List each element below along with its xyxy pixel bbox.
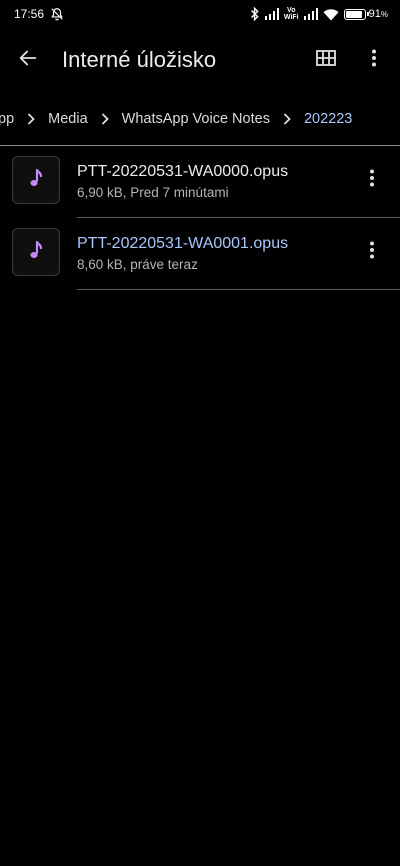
status-left: 17:56 <box>14 7 64 21</box>
file-thumbnail <box>12 156 60 204</box>
more-vert-icon <box>371 49 377 72</box>
cell-signal-icon <box>264 8 279 20</box>
more-vert-icon <box>369 241 375 264</box>
file-meta: 8,60 kB, práve teraz <box>77 257 198 272</box>
file-name: PTT-20220531-WA0001.opus <box>77 235 289 252</box>
vowifi-indicator: Vo WiFi <box>284 7 299 21</box>
chevron-right-icon <box>20 113 42 125</box>
battery-unit: % <box>380 10 388 19</box>
battery-indicator: 91% <box>343 8 388 20</box>
chevron-right-icon <box>94 113 116 125</box>
row-divider <box>77 289 400 290</box>
more-vert-icon <box>369 169 375 192</box>
file-thumbnail <box>12 228 60 276</box>
vowifi-bottom-label: WiFi <box>283 14 299 21</box>
arrow-left-icon <box>17 47 39 74</box>
audio-file-icon <box>29 168 43 193</box>
battery-fill <box>345 10 362 18</box>
breadcrumb: pp Media WhatsApp Voice Notes 202223 <box>0 96 400 142</box>
app-bar: Interné úložisko <box>0 28 400 92</box>
file-name: PTT-20220531-WA0000.opus <box>77 163 289 180</box>
file-list: PTT-20220531-WA0000.opus 6,90 kB, Pred 7… <box>0 146 400 290</box>
file-more-button[interactable] <box>356 232 388 272</box>
status-bar: 17:56 Vo WiFi 91% <box>0 0 400 28</box>
back-button[interactable] <box>0 32 56 88</box>
breadcrumb-item-media[interactable]: Media <box>42 111 94 127</box>
bluetooth-icon <box>250 7 260 21</box>
vowifi-top-label: Vo <box>287 7 296 14</box>
audio-file-icon <box>29 240 43 265</box>
status-time: 17:56 <box>14 7 45 21</box>
file-text: PTT-20220531-WA0001.opus 8,60 kB, práve … <box>77 234 288 274</box>
breadcrumb-item-current[interactable]: 202223 <box>298 111 358 127</box>
notifications-muted-icon <box>50 7 64 21</box>
battery-icon <box>343 8 369 20</box>
file-meta: 6,90 kB, Pred 7 minútami <box>77 185 229 200</box>
breadcrumb-item-whatsapp-voice-notes[interactable]: WhatsApp Voice Notes <box>116 111 276 127</box>
list-item[interactable]: PTT-20220531-WA0001.opus 8,60 kB, práve … <box>0 218 400 290</box>
grid-view-icon <box>316 49 336 71</box>
status-right: Vo WiFi 91% <box>250 7 388 21</box>
cell-signal-2-icon <box>303 8 318 20</box>
wifi-icon <box>323 8 339 21</box>
chevron-right-icon <box>276 113 298 125</box>
battery-percent: 91 <box>368 8 381 20</box>
list-item[interactable]: PTT-20220531-WA0000.opus 6,90 kB, Pred 7… <box>0 146 400 218</box>
file-more-button[interactable] <box>356 160 388 200</box>
battery-text: 91% <box>369 8 388 20</box>
more-options-button[interactable] <box>350 36 398 84</box>
breadcrumb-item-app[interactable]: pp <box>0 111 20 127</box>
grid-view-button[interactable] <box>302 36 350 84</box>
page-title: Interné úložisko <box>62 47 217 72</box>
file-text: PTT-20220531-WA0000.opus 6,90 kB, Pred 7… <box>77 162 288 202</box>
